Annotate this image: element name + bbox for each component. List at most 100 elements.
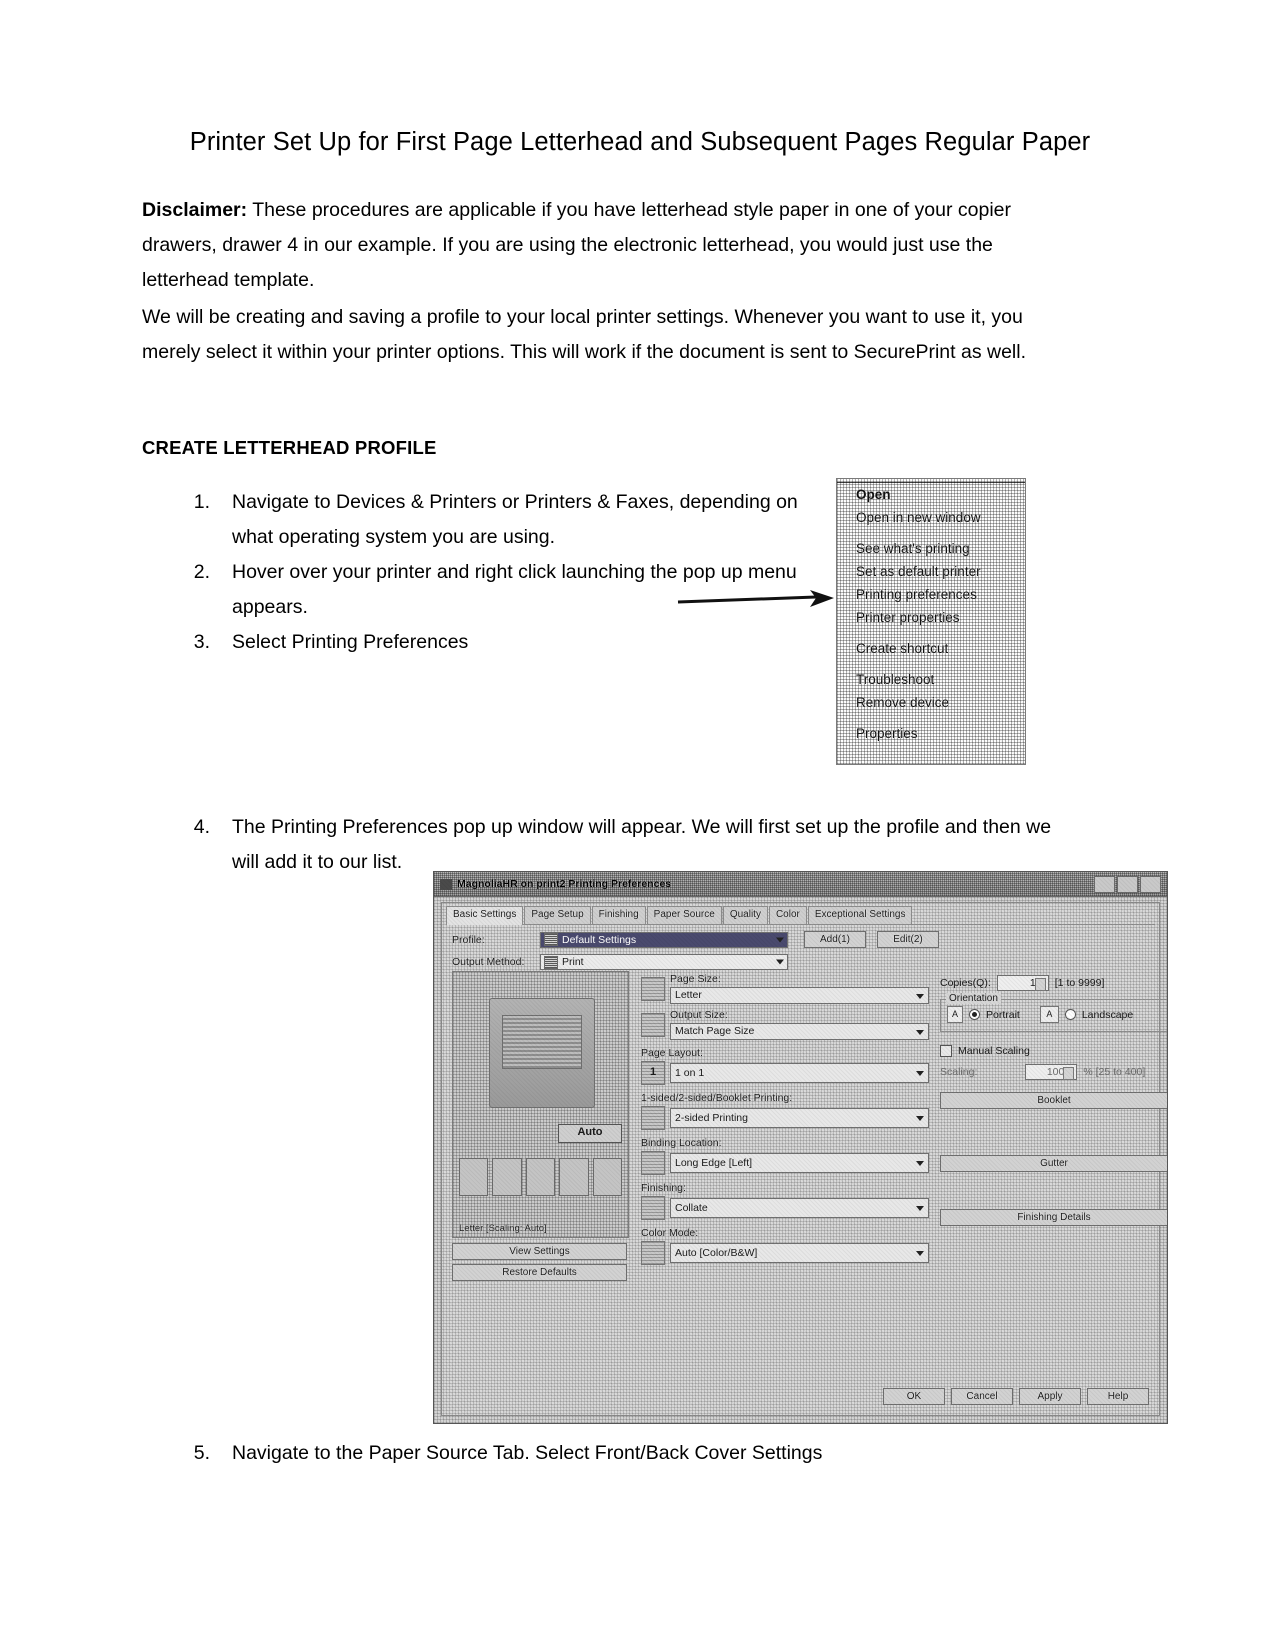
disclaimer-text: These procedures are applicable if you h… [142,199,1012,291]
copies-range: [1 to 9999] [1054,977,1105,989]
copies-input[interactable]: 1 [996,975,1049,991]
edit-profile-button[interactable]: Edit(2) [877,931,939,948]
chevron-down-icon [916,994,924,999]
chevron-down-icon [916,1161,924,1166]
profile-select[interactable]: Default Settings [540,931,788,948]
apply-button[interactable]: Apply [1019,1388,1081,1405]
printer-context-menu-screenshot: Open Open in new window See what's print… [836,478,1026,765]
chevron-down-icon [916,1030,924,1035]
basic-settings-panel: Profile: Default Settings Add(1) Edit(2)… [446,925,1167,1411]
menu-item-properties[interactable]: Properties [837,722,1025,745]
menu-item-set-as-default-printer[interactable]: Set as default printer [837,560,1025,583]
tray-icon-3[interactable] [525,1158,556,1196]
page-size-select[interactable]: Letter [670,987,929,1004]
sided-printing-select[interactable]: 2-sided Printing [670,1108,929,1128]
binding-location-select[interactable]: Long Edge [Left] [670,1153,929,1173]
color-mode-select[interactable]: Auto [Color/B&W] [670,1243,929,1263]
dialog-footer: OK Cancel Apply Help [883,1388,1149,1405]
gutter-button[interactable]: Gutter [940,1155,1167,1172]
collate-icon [641,1196,665,1220]
tray-icon-2[interactable] [492,1158,522,1196]
chevron-down-icon [916,1116,924,1121]
auto-paper-button[interactable]: Auto [558,1124,622,1143]
profile-icon [544,933,558,946]
booklet-button[interactable]: Booklet [940,1092,1167,1109]
tray-icon-4[interactable] [559,1158,589,1196]
tray-icon-5[interactable] [592,1158,623,1196]
finishing-field: Collate [641,1196,929,1220]
ok-button[interactable]: OK [883,1388,945,1405]
chevron-down-icon [916,1071,924,1076]
right-column: Copies(Q): 1 [1 to 9999] Orientation A P… [940,971,1167,1226]
tab-color[interactable]: Color [768,906,807,924]
menu-item-remove-device[interactable]: Remove device [837,691,1025,714]
color-mode-value: Auto [Color/B&W] [675,1247,758,1259]
page-size-icon [641,976,665,1001]
cancel-button[interactable]: Cancel [951,1388,1013,1405]
output-method-row: Output Method: Print [452,954,1155,970]
copies-label: Copies(Q): [940,977,991,989]
pointer-arrow [676,588,842,612]
manual-scaling-label: Manual Scaling [958,1045,1030,1057]
document-page: Printer Set Up for First Page Letterhead… [0,0,1275,1650]
tab-finishing[interactable]: Finishing [591,906,646,924]
list-text: Select Printing Preferences [232,631,469,653]
dialog-title-bar: MagnoliaHR on print2 Printing Preference… [434,872,1167,897]
view-settings-button[interactable]: View Settings [452,1243,627,1260]
menu-item-open-in-new-window[interactable]: Open in new window [837,506,1025,529]
tab-basic-settings[interactable]: Basic Settings [446,906,524,925]
print-preview-pane: Auto Letter [Scaling: Auto] [452,971,629,1238]
tab-quality[interactable]: Quality [722,906,768,924]
add-profile-button[interactable]: Add(1) [804,931,866,948]
tab-page-setup[interactable]: Page Setup [524,906,591,924]
section-heading: CREATE LETTERHEAD PROFILE [142,437,437,458]
manual-scaling-checkbox[interactable] [940,1045,952,1057]
finishing-select[interactable]: Collate [670,1198,929,1218]
menu-item-open[interactable]: Open [837,483,1025,506]
menu-separator [837,529,1025,537]
tray-icon-1[interactable] [459,1158,489,1196]
restore-defaults-button[interactable]: Restore Defaults [452,1264,627,1281]
printing-preferences-dialog-screenshot: MagnoliaHR on print2 Printing Preference… [433,871,1168,1424]
menu-item-printer-properties[interactable]: Printer properties [837,606,1025,629]
finishing-value: Collate [675,1202,708,1214]
menu-item-troubleshoot[interactable]: Troubleshoot [837,668,1025,691]
page-layout-label: Page Layout: [641,1047,703,1059]
finishing-label: Finishing: [641,1182,686,1194]
landscape-icon: A [1039,1006,1059,1023]
scaling-input[interactable]: 100 [1025,1064,1078,1080]
portrait-radio[interactable] [969,1009,980,1020]
printer-illustration [489,998,595,1108]
output-size-select[interactable]: Match Page Size [670,1023,929,1040]
arrow-icon [677,590,834,607]
output-size-label: Output Size: [670,1009,728,1021]
maximize-icon[interactable] [1117,875,1138,893]
page-layout-field: 1 1 on 1 [641,1061,929,1085]
landscape-radio[interactable] [1064,1009,1076,1020]
list-item: 1. Navigate to Devices & Printers or Pri… [170,485,810,555]
close-icon[interactable] [1140,875,1161,893]
output-method-select[interactable]: Print [540,954,788,970]
help-button[interactable]: Help [1087,1388,1149,1405]
copies-row: Copies(Q): 1 [1 to 9999] [940,975,1167,991]
tab-paper-source[interactable]: Paper Source [646,906,722,924]
orientation-options: A Portrait A Landscape [947,1006,1161,1023]
menu-item-create-shortcut[interactable]: Create shortcut [837,637,1025,660]
page-layout-select[interactable]: 1 on 1 [670,1063,929,1083]
portrait-icon: A [947,1006,963,1023]
minimize-icon[interactable] [1094,875,1115,893]
menu-separator [837,714,1025,722]
finishing-details-button[interactable]: Finishing Details [940,1209,1167,1226]
color-mode-icon [641,1241,665,1265]
output-method-label: Output Method: [452,956,525,968]
tab-exceptional-settings[interactable]: Exceptional Settings [807,906,913,924]
window-controls[interactable] [1094,875,1161,893]
binding-location-label: Binding Location: [641,1137,722,1149]
disclaimer-paragraph: Disclaimer: These procedures are applica… [142,193,1072,298]
steps-list-4: 4. The Printing Preferences pop up windo… [170,810,1070,880]
list-text: Navigate to the Paper Source Tab. Select… [232,1442,823,1464]
menu-item-see-whats-printing[interactable]: See what's printing [837,537,1025,560]
manual-scaling-row: Manual Scaling [940,1045,1167,1057]
color-mode-field: Auto [Color/B&W] [641,1241,929,1265]
menu-item-printing-preferences[interactable]: Printing preferences [837,583,1025,606]
